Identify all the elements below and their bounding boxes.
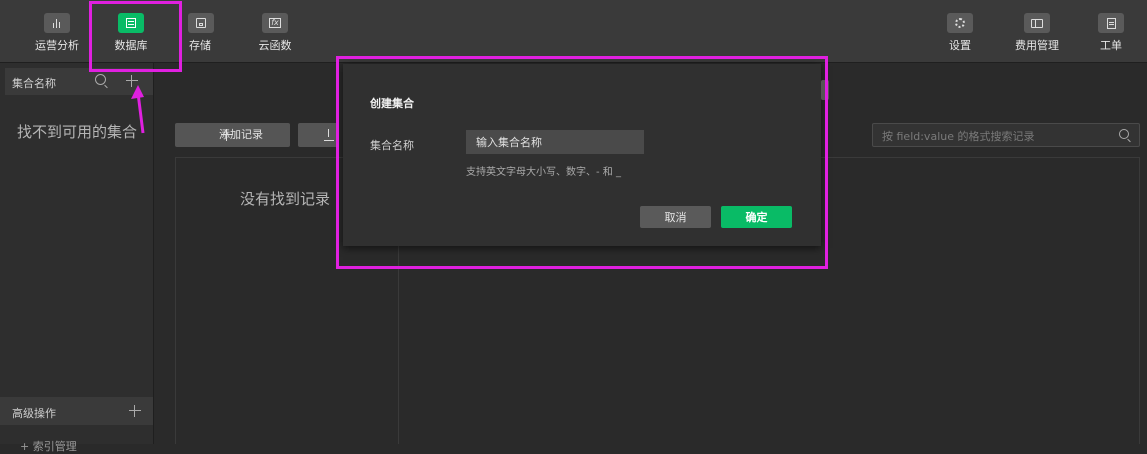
collection-name-hint: 支持英文字母大小写、数字、- 和 _ — [466, 167, 621, 178]
download-icon — [324, 129, 334, 141]
index-management-item[interactable]: + 索引管理 — [20, 438, 77, 454]
record-search-box — [872, 123, 1140, 148]
toolbar-settings-label: 设置 — [949, 39, 971, 52]
top-toolbar: 运营分析 数据库 存储 fx 云函数 设置 费用管理 工单 — [0, 0, 1147, 63]
collection-list-title: 集合名称 — [12, 77, 56, 90]
toolbar-settings-button[interactable]: 设置 — [927, 8, 993, 58]
toolbar-database-button[interactable]: 数据库 — [98, 8, 164, 58]
add-advanced-icon[interactable] — [129, 405, 141, 417]
record-search-input[interactable] — [873, 124, 1124, 148]
billing-icon — [1024, 13, 1050, 33]
add-record-button[interactable]: 添加记录 — [175, 123, 290, 147]
search-icon[interactable] — [1119, 129, 1129, 139]
confirm-button[interactable]: 确定 — [721, 206, 792, 228]
storage-icon — [188, 13, 214, 33]
toolbar-ticket-label: 工单 — [1100, 39, 1122, 52]
collection-name-label: 集合名称 — [370, 139, 414, 152]
annotation-arrow-icon — [131, 85, 145, 134]
database-icon — [118, 13, 144, 33]
cancel-button[interactable]: 取消 — [640, 206, 711, 228]
toolbar-analytics-button[interactable]: 运营分析 — [24, 8, 90, 58]
search-icon[interactable] — [95, 74, 106, 85]
toolbar-database-label: 数据库 — [114, 39, 148, 52]
toolbar-cloud-function-label: 云函数 — [258, 39, 292, 52]
toolbar-billing-label: 费用管理 — [1015, 39, 1059, 52]
no-record-text: 没有找到记录 — [240, 190, 331, 208]
plus-icon — [221, 129, 233, 141]
toolbar-billing-button[interactable]: 费用管理 — [1004, 8, 1070, 58]
toolbar-storage-label: 存储 — [189, 39, 211, 52]
toolbar-ticket-button[interactable]: 工单 — [1078, 8, 1144, 58]
advanced-operations-header: 高级操作 — [0, 397, 153, 425]
dialog-title: 创建集合 — [370, 97, 414, 110]
ticket-icon — [1098, 13, 1124, 33]
toolbar-storage-button[interactable]: 存储 — [169, 8, 233, 58]
advanced-operations-title: 高级操作 — [12, 407, 56, 420]
toolbar-analytics-label: 运营分析 — [35, 39, 79, 52]
collection-name-input[interactable] — [466, 130, 644, 154]
import-button[interactable] — [298, 123, 338, 147]
analytics-icon — [44, 13, 70, 33]
settings-icon — [947, 13, 973, 33]
no-collection-text: 找不到可用的集合 — [17, 123, 138, 141]
create-collection-dialog: 创建集合 集合名称 支持英文字母大小写、数字、- 和 _ 取消 确定 — [343, 64, 821, 246]
toolbar-cloud-function-button[interactable]: fx 云函数 — [242, 8, 308, 58]
cloud-function-icon: fx — [262, 13, 288, 33]
scrollbar-handle[interactable] — [821, 80, 829, 100]
